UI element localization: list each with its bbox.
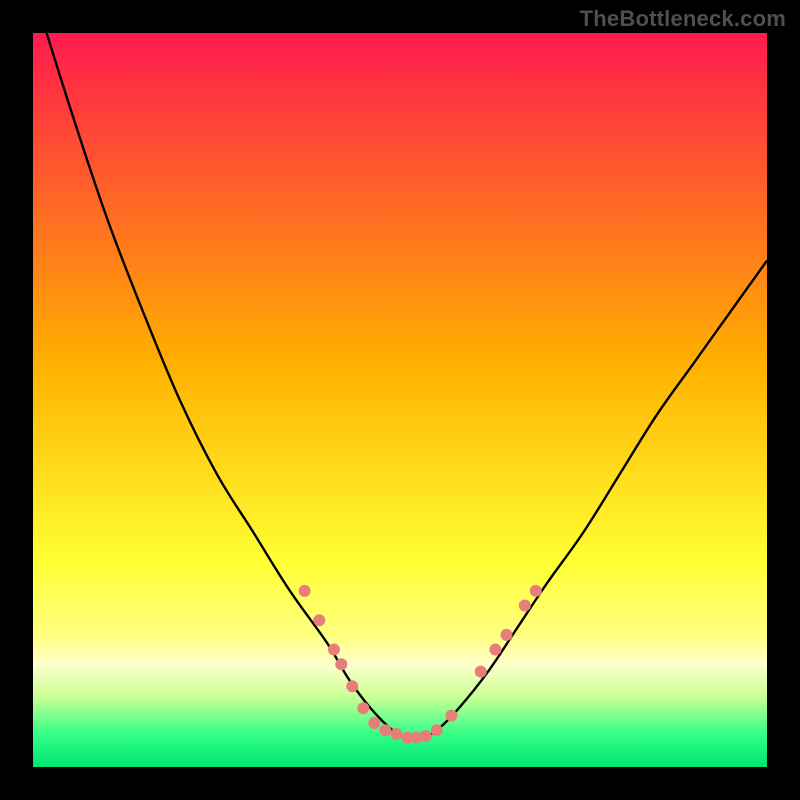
marker-dot bbox=[390, 728, 402, 740]
marker-dot bbox=[445, 710, 457, 722]
marker-dot bbox=[335, 658, 347, 670]
marker-dot bbox=[357, 702, 369, 714]
chart-frame: TheBottleneck.com bbox=[0, 0, 800, 800]
marker-dot bbox=[299, 585, 311, 597]
marker-dot bbox=[379, 724, 391, 736]
marker-dot bbox=[368, 717, 380, 729]
plot-background bbox=[33, 33, 767, 767]
marker-dot bbox=[313, 614, 325, 626]
bottleneck-chart bbox=[0, 0, 800, 800]
marker-dot bbox=[328, 644, 340, 656]
marker-dot bbox=[346, 680, 358, 692]
marker-dot bbox=[519, 600, 531, 612]
marker-dot bbox=[530, 585, 542, 597]
marker-dot bbox=[500, 629, 512, 641]
marker-dot bbox=[475, 666, 487, 678]
marker-dot bbox=[431, 724, 443, 736]
marker-dot bbox=[489, 644, 501, 656]
marker-dot bbox=[420, 730, 432, 742]
